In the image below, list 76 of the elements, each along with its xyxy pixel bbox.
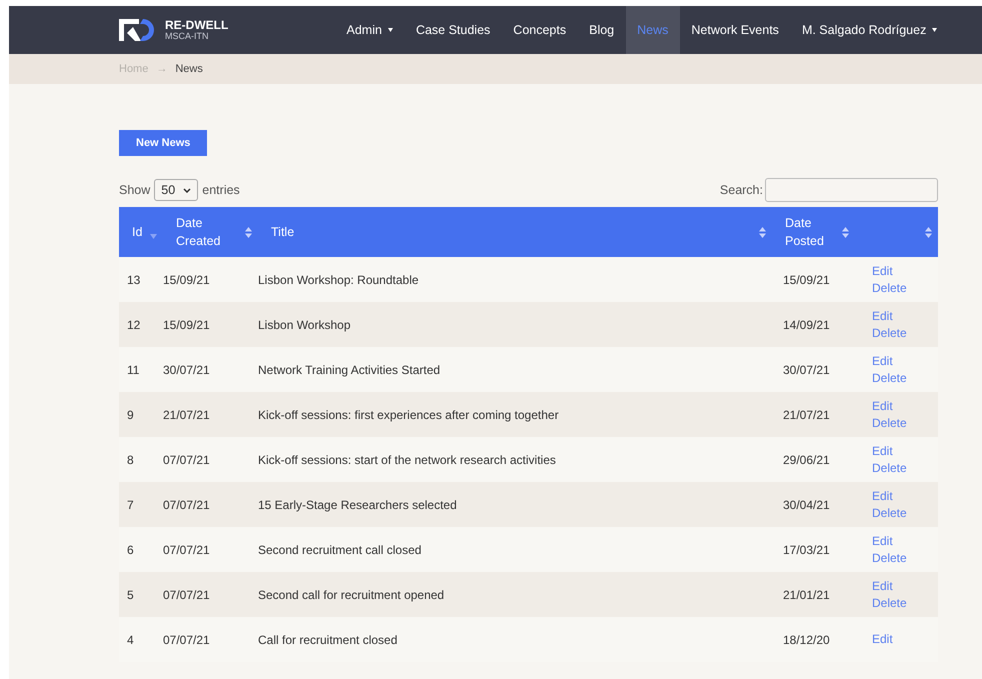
table-cell: 17/03/21: [783, 542, 830, 556]
table-cell: 07/07/21: [163, 632, 210, 646]
table-cell: 5: [127, 588, 134, 602]
action-link[interactable]: Delete: [872, 414, 907, 432]
table-cell: 30/04/21: [783, 498, 830, 512]
search-field[interactable]: [765, 178, 938, 202]
table-cell: 7: [127, 498, 134, 512]
table-cell: 15/09/21: [163, 272, 210, 286]
action-link[interactable]: Delete: [872, 370, 907, 386]
table-cell: 4: [127, 632, 134, 646]
nav-link[interactable]: Case Studies: [404, 6, 502, 54]
entries-label: entries: [202, 182, 240, 199]
table-cell: Lisbon Workshop: Roundtable: [258, 272, 419, 286]
table-cell: 21/01/21: [783, 588, 830, 602]
action-link[interactable]: Edit: [872, 578, 893, 594]
table-cell: 21/07/21: [783, 408, 830, 422]
breadcrumb-separator: →: [156, 62, 168, 77]
column-header[interactable]: Date Posted: [785, 214, 842, 250]
breadcrumb-item: News: [175, 62, 203, 77]
action-link[interactable]: Delete: [872, 504, 907, 522]
action-link[interactable]: Edit: [872, 262, 893, 280]
table-cell: 13: [127, 272, 140, 286]
table-cell: 29/06/21: [783, 452, 830, 466]
search-label: Search:: [720, 182, 763, 199]
table-cell: 30/07/21: [163, 362, 210, 376]
table-cell: 15 Early-Stage Researchers selected: [258, 498, 457, 512]
table-cell: 07/07/21: [163, 498, 210, 512]
table-cell: Kick-off sessions: first experiences after coming together: [258, 408, 559, 422]
nav-link[interactable]: Concepts: [502, 6, 578, 54]
nav-link[interactable]: News: [626, 6, 680, 54]
logo-icon: [119, 19, 157, 41]
action-link[interactable]: Delete: [872, 460, 907, 476]
chevron-down-icon: [183, 188, 192, 192]
nav-link[interactable]: Blog: [578, 6, 626, 54]
table-cell: Lisbon Workshop: [258, 318, 350, 332]
nav-link[interactable]: Admin: [335, 6, 404, 54]
entries-select[interactable]: 50: [154, 179, 198, 201]
table-cell: 11: [127, 362, 140, 376]
nav-link[interactable]: M. Salgado Rodríguez: [790, 6, 949, 54]
table-cell: Second recruitment call closed: [258, 542, 422, 556]
column-header[interactable]: Id: [132, 223, 150, 241]
nav-link[interactable]: Network Events: [680, 6, 790, 54]
table-cell: 14/09/21: [783, 318, 830, 332]
table-cell: 15/09/21: [163, 318, 210, 332]
table-cell: 07/07/21: [163, 542, 210, 556]
table-cell: 18/12/20: [783, 632, 830, 646]
table-cell: 07/07/21: [163, 588, 210, 602]
show-label: Show: [119, 182, 150, 199]
action-link[interactable]: Edit: [872, 488, 893, 504]
table-cell: 21/07/21: [163, 408, 210, 422]
action-link[interactable]: Edit: [872, 631, 893, 648]
column-header[interactable]: Title: [271, 223, 331, 241]
new-news-button[interactable]: New News: [119, 130, 208, 156]
action-link[interactable]: Edit: [872, 352, 893, 370]
table-cell: 8: [127, 452, 134, 466]
action-link[interactable]: Edit: [872, 398, 893, 414]
brand-subtitle: MSCA-ITN: [165, 32, 210, 41]
table-cell: Kick-off sessions: start of the network research activities: [258, 452, 556, 466]
table-cell: 12: [127, 318, 140, 332]
action-link[interactable]: Delete: [872, 280, 907, 296]
action-link[interactable]: Delete: [872, 550, 907, 566]
table-cell: Second call for recruitment opened: [258, 588, 444, 602]
action-link[interactable]: Delete: [872, 324, 907, 342]
table-cell: 9: [127, 408, 134, 422]
table-cell: Network Training Activities Started: [258, 362, 440, 376]
action-link[interactable]: Edit: [872, 532, 893, 550]
action-link[interactable]: Delete: [872, 594, 907, 612]
table-cell: 6: [127, 542, 134, 556]
action-link[interactable]: Edit: [872, 442, 893, 460]
brand-name: RE-DWELL: [165, 19, 228, 31]
table-cell: Call for recruitment closed: [258, 632, 398, 646]
table-cell: 07/07/21: [163, 452, 210, 466]
table-cell: 30/07/21: [783, 362, 830, 376]
table-cell: 15/09/21: [783, 272, 830, 286]
column-header[interactable]: Date Created: [176, 214, 236, 250]
action-link[interactable]: Edit: [872, 308, 893, 324]
